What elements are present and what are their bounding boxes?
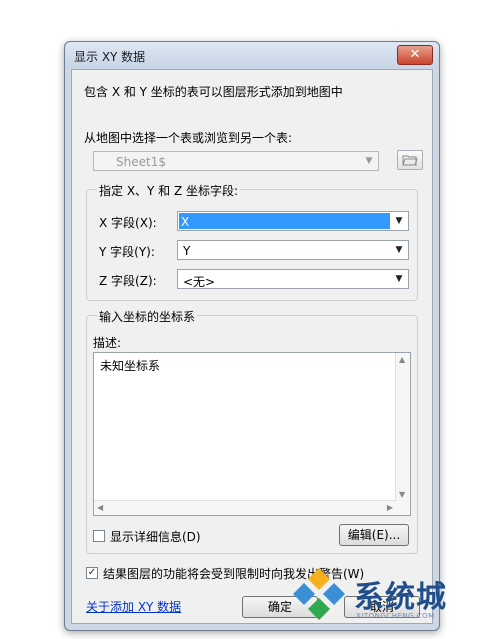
show-details-checkbox[interactable] [93,530,105,542]
description-label: 描述: [93,336,122,350]
coord-description-box[interactable]: 未知坐标系 ▲ ▼ ◀ ▶ [93,352,411,516]
close-button[interactable]: ✕ [397,45,433,65]
about-link[interactable]: 关于添加 XY 数据 [86,598,181,615]
z-field-label: Z 字段(Z): [99,274,157,288]
coord-system-title: 输入坐标的坐标系 [97,308,198,325]
scroll-left-icon[interactable]: ◀ [97,503,103,512]
x-field-selection: X [179,213,390,229]
warning-checkbox[interactable]: ✓ [86,567,98,579]
dialog-description: 包含 X 和 Y 坐标的表可以图层形式添加到地图中 [84,85,343,99]
watermark: 系统城 XITONGCHENG.COM [290,558,478,638]
y-field-dropdown[interactable]: Y ▼ [177,240,409,260]
close-icon: ✕ [409,47,421,62]
table-select-dropdown[interactable]: Sheet1$ ▼ [93,151,379,171]
chevron-down-icon: ▼ [395,216,403,226]
chevron-down-icon: ▼ [395,245,403,255]
scroll-right-icon[interactable]: ▶ [387,503,393,512]
x-field-value: X [181,215,190,229]
x-field-label: X 字段(X): [99,216,157,230]
chevron-down-icon: ▼ [395,274,403,284]
table-select-value: Sheet1$ [116,155,166,169]
watermark-logo-icon [293,568,345,620]
dialog-window: 显示 XY 数据 ✕ 包含 X 和 Y 坐标的表可以图层形式添加到地图中 从地图… [64,41,440,631]
coord-description-value: 未知坐标系 [100,359,161,373]
scroll-down-icon[interactable]: ▼ [399,490,405,499]
table-select-label: 从地图中选择一个表或浏览到另一个表: [84,131,293,145]
y-field-value: Y [183,244,191,258]
folder-open-icon [402,155,418,166]
dialog-body: 包含 X 和 Y 坐标的表可以图层形式添加到地图中 从地图中选择一个表或浏览到另… [71,69,433,624]
z-field-value: <无> [183,275,216,289]
edit-button[interactable]: 编辑(E)... [339,524,409,546]
watermark-text: 系统城 [354,580,447,615]
title-bar[interactable]: 显示 XY 数据 ✕ [65,42,439,68]
coord-system-group: 输入坐标的坐标系 描述: 未知坐标系 ▲ ▼ ◀ ▶ 显示详细信息(D) 编辑(… [86,308,418,554]
horizontal-scrollbar[interactable]: ◀ ▶ [94,500,396,515]
scroll-up-icon[interactable]: ▲ [399,355,405,364]
dialog-title: 显示 XY 数据 [74,50,146,64]
fields-group-title: 指定 X、Y 和 Z 坐标字段: [97,182,241,199]
z-field-dropdown[interactable]: <无> ▼ [177,269,409,289]
watermark-url: XITONGCHENG.COM [356,612,435,620]
vertical-scrollbar[interactable]: ▲ ▼ [395,353,410,515]
x-field-dropdown[interactable]: X ▼ [177,211,409,231]
y-field-label: Y 字段(Y): [99,245,155,259]
chevron-down-icon: ▼ [365,156,373,166]
browse-button[interactable] [397,150,423,170]
fields-group: 指定 X、Y 和 Z 坐标字段: X 字段(X): X ▼ Y 字段(Y): Y… [86,182,418,301]
show-details-label: 显示详细信息(D) [110,530,201,544]
